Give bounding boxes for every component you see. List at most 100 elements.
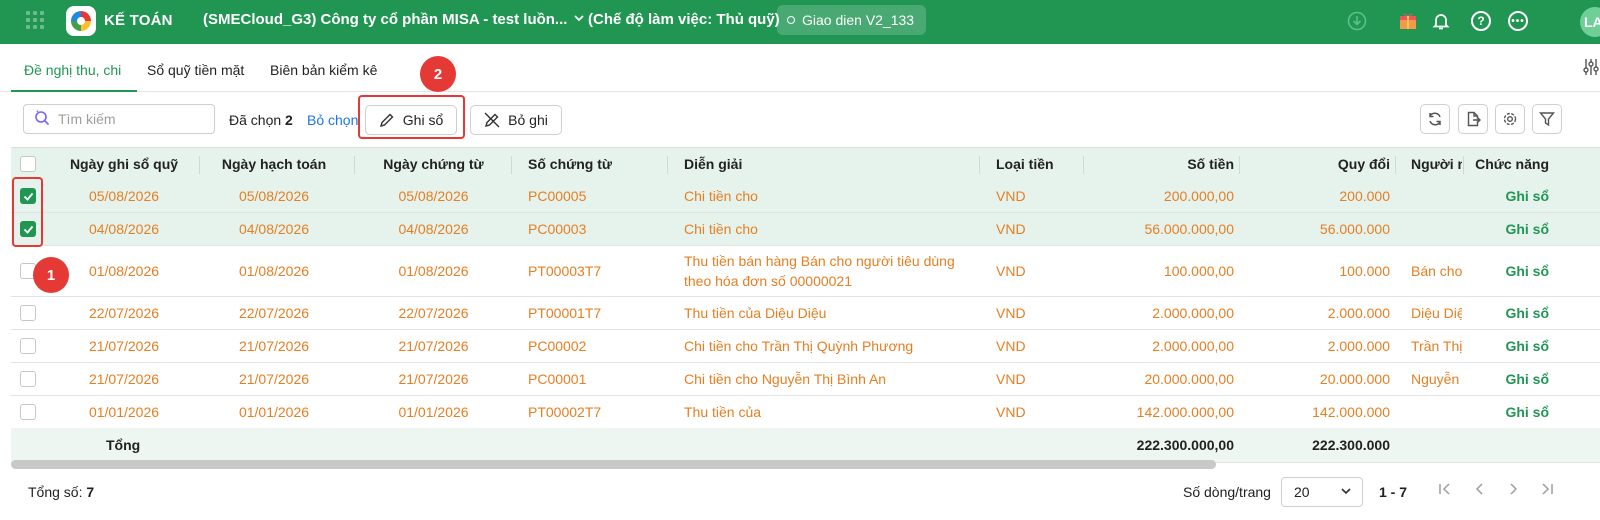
- col-amount[interactable]: Số tiền: [1087, 148, 1234, 180]
- deselect-link[interactable]: Bỏ chọn: [307, 112, 358, 128]
- settings-icon[interactable]: [1495, 104, 1525, 134]
- tab-inventory-report[interactable]: Biên bản kiểm kê: [270, 62, 377, 78]
- total-converted: 222.300.000: [1312, 437, 1390, 453]
- cell-currency: VND: [996, 221, 1026, 237]
- cell-description: Thu tiền bán hàng Bán cho người tiêu dùn…: [684, 253, 955, 289]
- record-count-value: 7: [86, 484, 95, 500]
- help-icon[interactable]: ?: [1470, 10, 1492, 32]
- col-currency[interactable]: Loại tiền: [996, 148, 1076, 180]
- first-page-icon[interactable]: [1438, 482, 1452, 499]
- col-voucher-no[interactable]: Số chứng từ: [528, 148, 668, 180]
- cell-voucher-no[interactable]: PC00005: [528, 180, 668, 212]
- post-action-link[interactable]: Ghi sổ: [1469, 213, 1549, 245]
- col-cash-date[interactable]: Ngày ghi sổ quỹ: [51, 148, 197, 180]
- next-page-icon[interactable]: [1506, 482, 1520, 499]
- annotation-marker-2: 2: [420, 56, 456, 92]
- refresh-icon[interactable]: [1420, 104, 1450, 134]
- cell-voucher-no[interactable]: PT00002T7: [528, 396, 668, 428]
- col-person[interactable]: Người n: [1411, 148, 1462, 180]
- cell-description: Chi tiền cho Nguyễn Thị Bình An: [684, 371, 887, 387]
- tab-proposals[interactable]: Đề nghị thu, chi: [24, 62, 121, 78]
- cell-voucher-no[interactable]: PT00001T7: [528, 297, 668, 329]
- unpost-button[interactable]: Bỏ ghi: [470, 105, 562, 135]
- row-checkbox[interactable]: [19, 330, 37, 362]
- company-selector[interactable]: (SMECloud_G3) Công ty cổ phần MISA - tes…: [203, 11, 567, 28]
- cell-voucher-no[interactable]: PT00003T7: [528, 246, 668, 296]
- cell-cash-date: 05/08/2026: [88, 188, 160, 204]
- last-page-icon[interactable]: [1540, 482, 1554, 499]
- table-row[interactable]: 01/08/2026 01/08/2026 01/08/2026 PT00003T7 T…: [11, 246, 1600, 297]
- search-box[interactable]: [23, 104, 215, 134]
- cell-voucher-date: 21/07/2026: [398, 371, 469, 387]
- post-action-link[interactable]: Ghi sổ: [1469, 180, 1549, 212]
- rows-per-page-select[interactable]: 20: [1281, 477, 1363, 507]
- col-function[interactable]: Chức năng: [1469, 148, 1549, 180]
- table-row[interactable]: 21/07/2026 21/07/2026 21/07/2026 PC00002 Chi…: [11, 330, 1600, 363]
- work-mode: (Chế độ làm việc: Thủ quỹ): [588, 11, 780, 28]
- search-input[interactable]: [58, 111, 208, 127]
- row-checkbox[interactable]: [19, 297, 37, 329]
- post-action-link[interactable]: Ghi sổ: [1469, 297, 1549, 329]
- cell-converted: 56.000.000: [1319, 221, 1390, 237]
- cell-person: [1411, 213, 1462, 245]
- col-voucher-date[interactable]: Ngày chứng từ: [356, 148, 511, 180]
- app-name: KẾ TOÁN: [104, 12, 173, 29]
- post-action-link[interactable]: Ghi sổ: [1469, 330, 1549, 362]
- horizontal-scrollbar[interactable]: [11, 460, 1216, 469]
- cell-amount: 56.000.000,00: [1144, 221, 1234, 237]
- cell-voucher-no[interactable]: PC00003: [528, 213, 668, 245]
- chevron-down-icon[interactable]: [573, 12, 585, 27]
- record-count-label: Tổng số:: [28, 484, 83, 500]
- col-posting-date[interactable]: Ngày hạch toán: [201, 148, 347, 180]
- bell-icon[interactable]: [1430, 10, 1452, 32]
- cell-currency: VND: [996, 263, 1026, 279]
- cell-converted: 2.000.000: [1327, 305, 1390, 321]
- post-action-link[interactable]: Ghi sổ: [1469, 396, 1549, 428]
- cell-amount: 200.000,00: [1163, 188, 1234, 204]
- filter-icon[interactable]: [1532, 104, 1562, 134]
- cell-voucher-date: 05/08/2026: [398, 188, 469, 204]
- select-all-checkbox[interactable]: [19, 148, 37, 180]
- more-icon[interactable]: •••: [1507, 10, 1529, 32]
- sliders-icon[interactable]: [1583, 58, 1599, 81]
- post-action-link[interactable]: Ghi sổ: [1469, 246, 1549, 296]
- cell-cash-date: 04/08/2026: [88, 221, 160, 237]
- table-row[interactable]: 01/01/2026 01/01/2026 01/01/2026 PT00002T7 T…: [11, 396, 1600, 429]
- cell-cash-date: 21/07/2026: [88, 371, 160, 387]
- cell-currency: VND: [996, 188, 1026, 204]
- prev-page-icon[interactable]: [1473, 482, 1487, 499]
- gift-icon[interactable]: [1397, 10, 1419, 32]
- table-row[interactable]: 05/08/2026 05/08/2026 05/08/2026 PC00005 Chi…: [11, 180, 1600, 213]
- download-icon[interactable]: [1346, 10, 1368, 32]
- cell-currency: VND: [996, 404, 1026, 420]
- cell-converted: 20.000.000: [1319, 371, 1390, 387]
- selected-count-label: Đã chọn 2: [229, 112, 293, 128]
- post-action-link[interactable]: Ghi sổ: [1469, 363, 1549, 395]
- row-checkbox[interactable]: [19, 363, 37, 395]
- cell-voucher-date: 01/01/2026: [398, 404, 469, 420]
- col-converted[interactable]: Quy đổi: [1243, 148, 1390, 180]
- export-icon[interactable]: [1458, 104, 1488, 134]
- table-header: Ngày ghi sổ quỹ Ngày hạch toán Ngày chứn…: [11, 147, 1600, 181]
- total-row: Tổng 222.300.000,00 222.300.000: [11, 428, 1600, 463]
- ui-version-badge[interactable]: Giao dien V2_133: [777, 5, 927, 35]
- cell-posting-date: 04/08/2026: [238, 221, 310, 237]
- cell-person: Trần Thị: [1411, 338, 1462, 354]
- cell-voucher-no[interactable]: PC00001: [528, 363, 668, 395]
- pencil-off-icon: [484, 112, 500, 128]
- table-row[interactable]: 04/08/2026 04/08/2026 04/08/2026 PC00003 Chi…: [11, 213, 1600, 246]
- avatar[interactable]: LA: [1580, 7, 1600, 37]
- cell-amount: 2.000.000,00: [1152, 305, 1234, 321]
- tab-bar: Đề nghị thu, chi Sổ quỹ tiền mặt Biên bả…: [0, 44, 1600, 92]
- cell-converted: 100.000: [1339, 263, 1390, 279]
- tab-cash-book[interactable]: Sổ quỹ tiền mặt: [147, 62, 244, 78]
- table-row[interactable]: 22/07/2026 22/07/2026 22/07/2026 PT00001T7 T…: [11, 297, 1600, 330]
- col-description[interactable]: Diễn giải: [684, 148, 974, 180]
- table-row[interactable]: 21/07/2026 21/07/2026 21/07/2026 PC00001 Chi…: [11, 363, 1600, 396]
- row-checkbox[interactable]: [19, 396, 37, 428]
- app-grid-icon[interactable]: [26, 11, 44, 29]
- top-bar: KẾ TOÁN (SMECloud_G3) Công ty cổ phần MI…: [0, 0, 1600, 44]
- cell-voucher-no[interactable]: PC00002: [528, 330, 668, 362]
- cell-currency: VND: [996, 338, 1026, 354]
- cell-currency: VND: [996, 305, 1026, 321]
